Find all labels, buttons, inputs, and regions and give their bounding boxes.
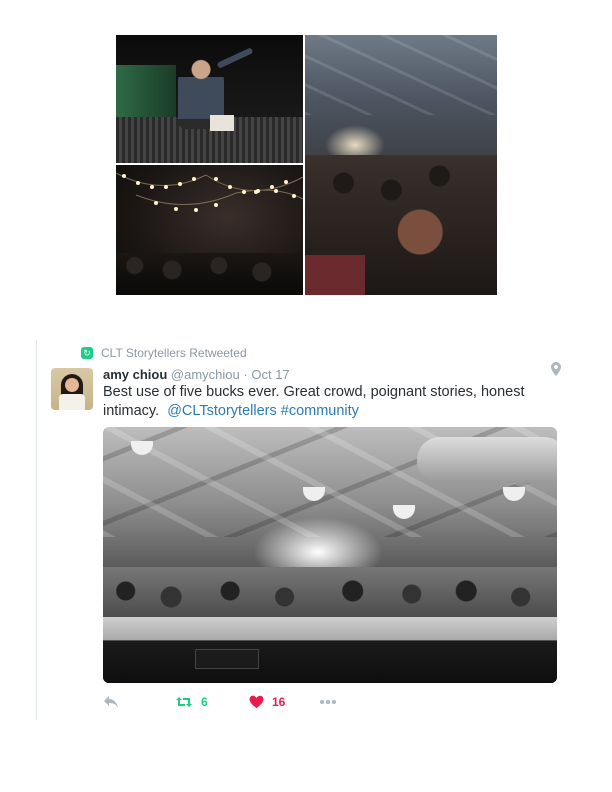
tweet-date[interactable]: Oct 17 <box>251 367 289 382</box>
paper-sheet <box>210 115 234 131</box>
more-button[interactable] <box>319 692 337 712</box>
like-button[interactable]: 16 <box>249 692 285 712</box>
tweet-text: Best use of five bucks ever. Great crowd… <box>103 383 543 421</box>
collage-photo-performer <box>116 35 303 163</box>
header-separator: · <box>243 367 248 382</box>
tweet-photo[interactable] <box>103 427 557 683</box>
collage-photo-string-lights <box>116 165 303 295</box>
retweet-icon <box>176 697 192 707</box>
avatar[interactable] <box>51 368 93 410</box>
photo-black-box <box>195 649 259 669</box>
red-rug <box>305 255 365 295</box>
tweet-card[interactable]: ↻ CLT Storytellers Retweeted amy chiou @… <box>36 340 567 720</box>
map-pin-icon[interactable] <box>551 362 561 376</box>
hashtag-link[interactable]: #community <box>281 403 359 419</box>
retweet-button[interactable]: 6 <box>175 692 208 712</box>
photo-bar-counter <box>103 617 557 683</box>
mention-link[interactable]: @CLTstorytellers <box>167 403 277 419</box>
retweet-count: 6 <box>201 695 208 709</box>
tweet-actions: 6 16 <box>103 692 403 712</box>
avatar-face <box>65 378 79 392</box>
photo-collage <box>116 35 497 295</box>
ceiling-beams <box>305 35 497 115</box>
heart-icon <box>249 695 264 708</box>
avatar-shirt <box>59 394 85 410</box>
performer-arm <box>216 47 254 69</box>
retweet-icon: ↻ <box>81 347 93 359</box>
string-lights <box>116 172 303 212</box>
author-name[interactable]: amy chiou <box>103 367 167 382</box>
collage-photo-crowd <box>305 35 497 295</box>
photo-air-duct <box>417 437 557 483</box>
author-handle[interactable]: @amychiou <box>171 367 240 382</box>
reply-button[interactable] <box>103 692 119 712</box>
like-count: 16 <box>272 695 286 709</box>
retweet-context-text: CLT Storytellers Retweeted <box>101 346 247 360</box>
tweet-header: amy chiou @amychiou · Oct 17 <box>103 367 290 382</box>
more-dots-icon <box>320 700 336 704</box>
retweet-context[interactable]: ↻ CLT Storytellers Retweeted <box>81 346 247 360</box>
audience-silhouettes <box>116 253 303 295</box>
reply-icon <box>104 696 118 708</box>
